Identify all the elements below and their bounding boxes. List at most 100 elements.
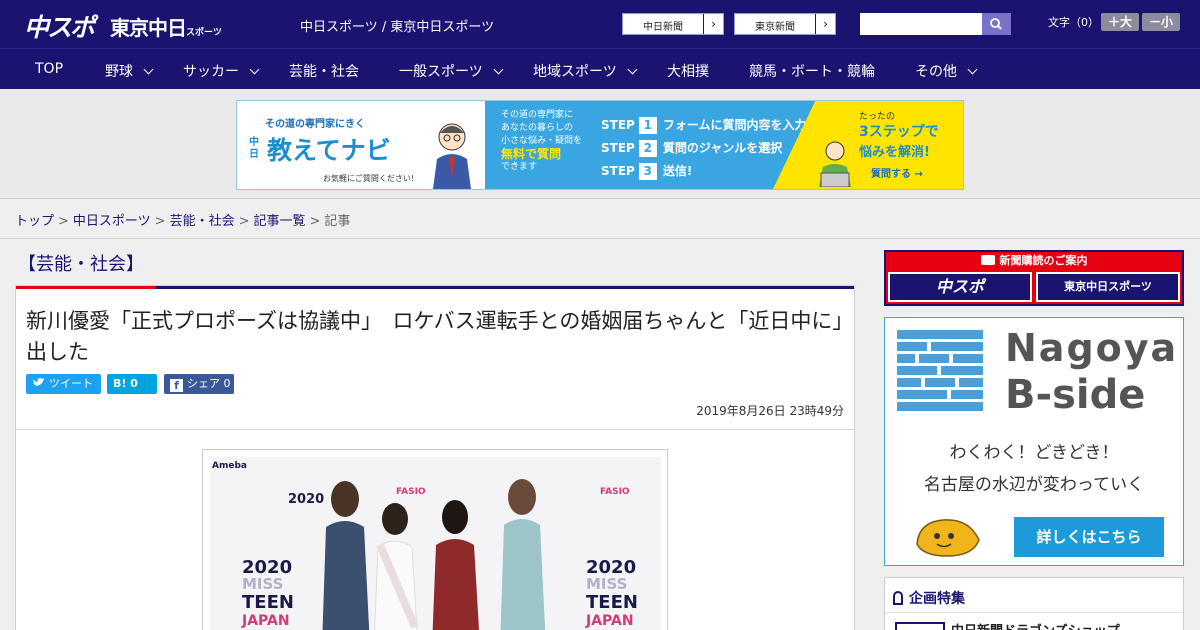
feature-item-link[interactable]: 中日新聞ドラゴンズショップ <box>951 620 1120 630</box>
tokyo-shimbun-button[interactable]: 東京新聞 › <box>734 13 836 35</box>
article-card: 新川優愛「正式プロポーズは協議中」 ロケバス運転手との婚姻届ちゃんと「近日中に」… <box>15 285 855 630</box>
nav-label: 芸能・社会 <box>289 64 359 80</box>
site-header: 中スポ 東京中日スポーツ 中日スポーツ / 東京中日スポーツ 中日新聞 › 東京… <box>0 0 1200 48</box>
backdrop-text: JAPAN <box>242 613 290 629</box>
nav-item-other[interactable]: その他 <box>915 61 978 81</box>
article-topline-accent <box>16 286 156 289</box>
ad-brand-name: 教えてナビ <box>267 136 391 165</box>
font-decrease-button[interactable]: －小 <box>1142 13 1180 31</box>
nav-item-sumo[interactable]: 大相撲 <box>667 61 709 81</box>
facebook-icon: f <box>170 379 183 392</box>
step-number: 3 <box>638 163 657 180</box>
step-word: STEP <box>601 141 635 155</box>
ad-step-2: STEP 2 質問のジャンルを選択 <box>601 139 782 157</box>
backdrop-text: FASIO <box>396 487 426 497</box>
chevron-down-icon <box>143 64 154 75</box>
facebook-share-button[interactable]: f シェア 0 <box>164 374 234 394</box>
ad-tagline: その道の専門家にきく <box>265 119 365 130</box>
feature-heading: 企画特集 <box>893 588 965 608</box>
backdrop-text: TEEN <box>242 592 294 613</box>
promo-caption: 新聞購読のご案内 <box>886 252 1182 270</box>
nav-item-local-sports[interactable]: 地域スポーツ <box>533 61 638 81</box>
nav-label: 一般スポーツ <box>399 64 483 80</box>
backdrop-text: Ameba <box>212 461 247 471</box>
hatena-bookmark-button[interactable]: B! 0 <box>107 374 157 394</box>
category-heading: 【芸能・社会】 <box>18 254 144 275</box>
step-text: 送信! <box>662 164 693 178</box>
oshiete-navi-ad[interactable]: その道の専門家にきく 中日 教えてナビ お気軽にご質問ください! その道の専門家… <box>236 100 964 190</box>
facebook-share-label: シェア 0 <box>187 377 231 390</box>
nav-item-entertainment[interactable]: 芸能・社会 <box>289 61 359 81</box>
breadcrumb-sep: > <box>154 214 166 229</box>
breadcrumb-sep: > <box>58 214 69 229</box>
ad-para-line: あなたの暮らしの <box>501 123 574 133</box>
step-text: フォームに質問内容を入力 <box>662 118 807 132</box>
article-photo-frame[interactable]: 2020 2020 MISS TEEN JAPAN 2020 MISS TEEN… <box>202 449 668 630</box>
font-increase-button[interactable]: ＋大 <box>1101 13 1139 31</box>
breadcrumb-entertainment[interactable]: 芸能・社会 <box>170 214 235 229</box>
nav-label: 競馬・ボート・競輪 <box>749 64 875 80</box>
backdrop-text: FASIO <box>600 487 630 497</box>
search-input[interactable] <box>860 13 984 35</box>
breadcrumb-top[interactable]: トップ <box>15 214 54 229</box>
nav-label: TOP <box>35 61 64 77</box>
nav-label: サッカー <box>183 64 239 80</box>
step-word: STEP <box>601 164 635 178</box>
tokyo-logo-text: 東京中日 <box>110 16 187 40</box>
step-word: STEP <box>601 118 635 132</box>
article-headline: 新川優愛「正式プロポーズは協議中」 ロケバス運転手との婚姻届ちゃんと「近日中に」… <box>26 309 843 364</box>
nagoya-bside-ad[interactable]: Nagoya B-side わくわく！どきどき！ 名古屋の水辺が変わっていく 詳… <box>884 317 1184 566</box>
newspaper-icon <box>980 255 995 265</box>
backdrop-text: MISS <box>242 575 284 593</box>
chuspo-logo[interactable]: 中スポ <box>24 8 95 44</box>
nav-item-baseball[interactable]: 野球 <box>105 61 154 81</box>
twitter-icon <box>33 378 44 386</box>
ad-para-line: できます <box>501 162 538 172</box>
nav-item-soccer[interactable]: サッカー <box>183 61 260 81</box>
step-text: 質問のジャンルを選択 <box>662 141 783 155</box>
chunichi-shimbun-button[interactable]: 中日新聞 › <box>622 13 724 35</box>
backdrop-text: JAPAN <box>586 613 634 629</box>
site-title[interactable]: 中日スポーツ / 東京中日スポーツ <box>300 16 494 35</box>
ad-tagline-1: わくわく！どきどき！ <box>949 443 1119 463</box>
breadcrumb-article-list[interactable]: 記事一覧 <box>254 214 306 229</box>
backdrop-text: TEEN <box>586 592 638 613</box>
ad-nagoya-text: Nagoya <box>1005 326 1179 370</box>
article-topline <box>16 286 854 289</box>
ad-ask-button[interactable]: 質問する → <box>871 165 923 180</box>
tweet-button[interactable]: ツイート <box>26 374 101 394</box>
feature-thumbnail[interactable] <box>895 622 945 630</box>
font-size-label: 文字（0） <box>1048 16 1099 29</box>
nav-item-racing[interactable]: 競馬・ボート・競輪 <box>749 61 875 81</box>
chevron-down-icon <box>967 64 978 75</box>
promo-tokyo[interactable]: 東京中日スポーツ <box>1036 272 1180 302</box>
breadcrumb-chunichi-sports[interactable]: 中日スポーツ <box>73 214 151 229</box>
ad-para-line: その道の専門家に <box>501 110 574 120</box>
search-button[interactable] <box>982 13 1011 35</box>
ribbon-icon <box>893 591 903 605</box>
tweet-label: ツイート <box>49 377 93 390</box>
tokyo-button-label: 東京新聞 <box>755 22 795 33</box>
breadcrumb-current: 記事 <box>324 214 351 229</box>
article-date: 2019年8月26日 23時49分 <box>696 404 844 418</box>
article-photo: 2020 2020 MISS TEEN JAPAN 2020 MISS TEEN… <box>210 457 661 630</box>
step-number: 1 <box>638 117 657 134</box>
tokyo-chunichi-logo[interactable]: 東京中日スポーツ <box>110 12 222 41</box>
nav-item-general-sports[interactable]: 一般スポーツ <box>399 61 504 81</box>
promo-chuspo[interactable]: 中スポ <box>888 272 1032 302</box>
feature-title: 企画特集 <box>909 591 965 607</box>
ad-details-button[interactable]: 詳しくはこちら <box>1014 517 1164 557</box>
brick-wall-icon <box>897 330 983 411</box>
fried-shrimp-mascot-icon <box>916 519 980 557</box>
backdrop-text: 2020 <box>288 492 325 507</box>
feature-section: 企画特集 中日新聞ドラゴンズショップ <box>884 577 1184 630</box>
ad-free-highlight: 無料で質問 <box>501 147 562 161</box>
chunichi-button-label: 中日新聞 <box>643 22 683 33</box>
step-number: 2 <box>638 140 657 157</box>
ad-ask-text: お気軽にご質問ください! <box>323 174 415 183</box>
nav-item-top[interactable]: TOP <box>35 61 63 77</box>
ad-tagline-2: 名古屋の水辺が変わっていく <box>923 475 1145 495</box>
breadcrumb-sep: > <box>309 214 321 229</box>
subscription-promo[interactable]: 新聞購読のご案内 中スポ 東京中日スポーツ <box>884 250 1184 306</box>
divider <box>0 238 1200 239</box>
